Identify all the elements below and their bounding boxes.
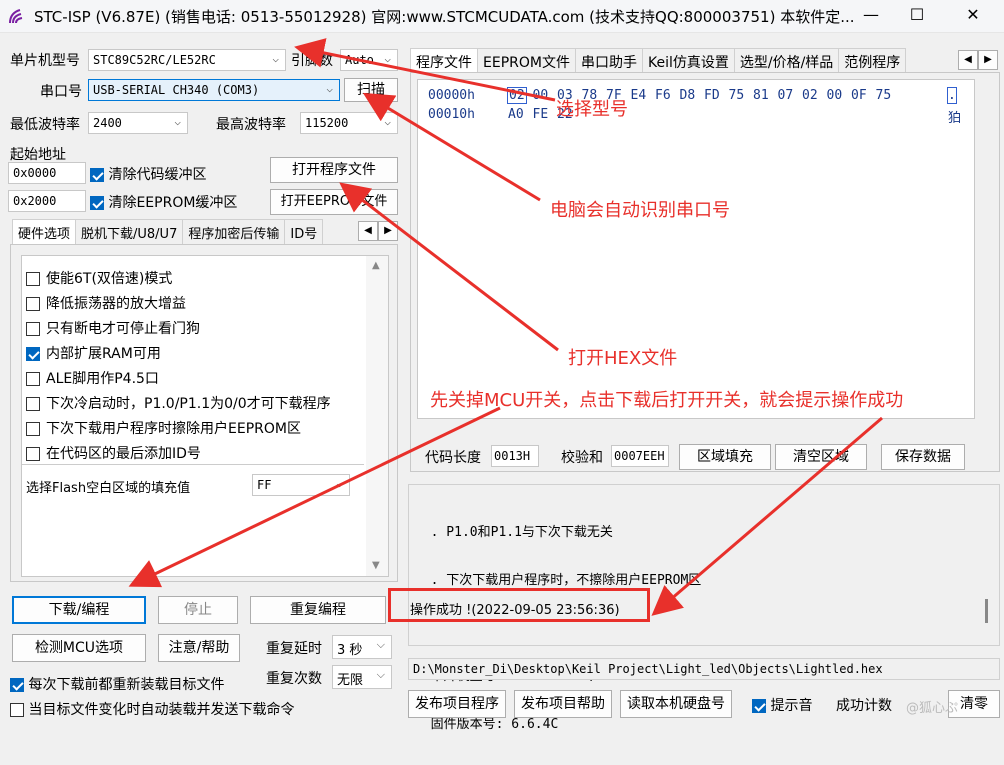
arrow-download-button (128, 406, 501, 588)
arrow-serial-port (362, 92, 541, 202)
annotation-open-hex: 打开HEX文件 (568, 348, 678, 369)
annotation-auto-port: 电脑会自动识别串口号 (550, 200, 730, 221)
arrow-open-hex (339, 182, 559, 352)
annotation-select-model: 选择型号 (556, 99, 628, 120)
annotation-instruction: 先关掉MCU开关，点击下载后打开开关，就会提示操作成功 (430, 390, 904, 411)
arrow-status (651, 416, 883, 616)
arrow-select-model (294, 38, 556, 102)
annotation-arrows (128, 38, 883, 616)
